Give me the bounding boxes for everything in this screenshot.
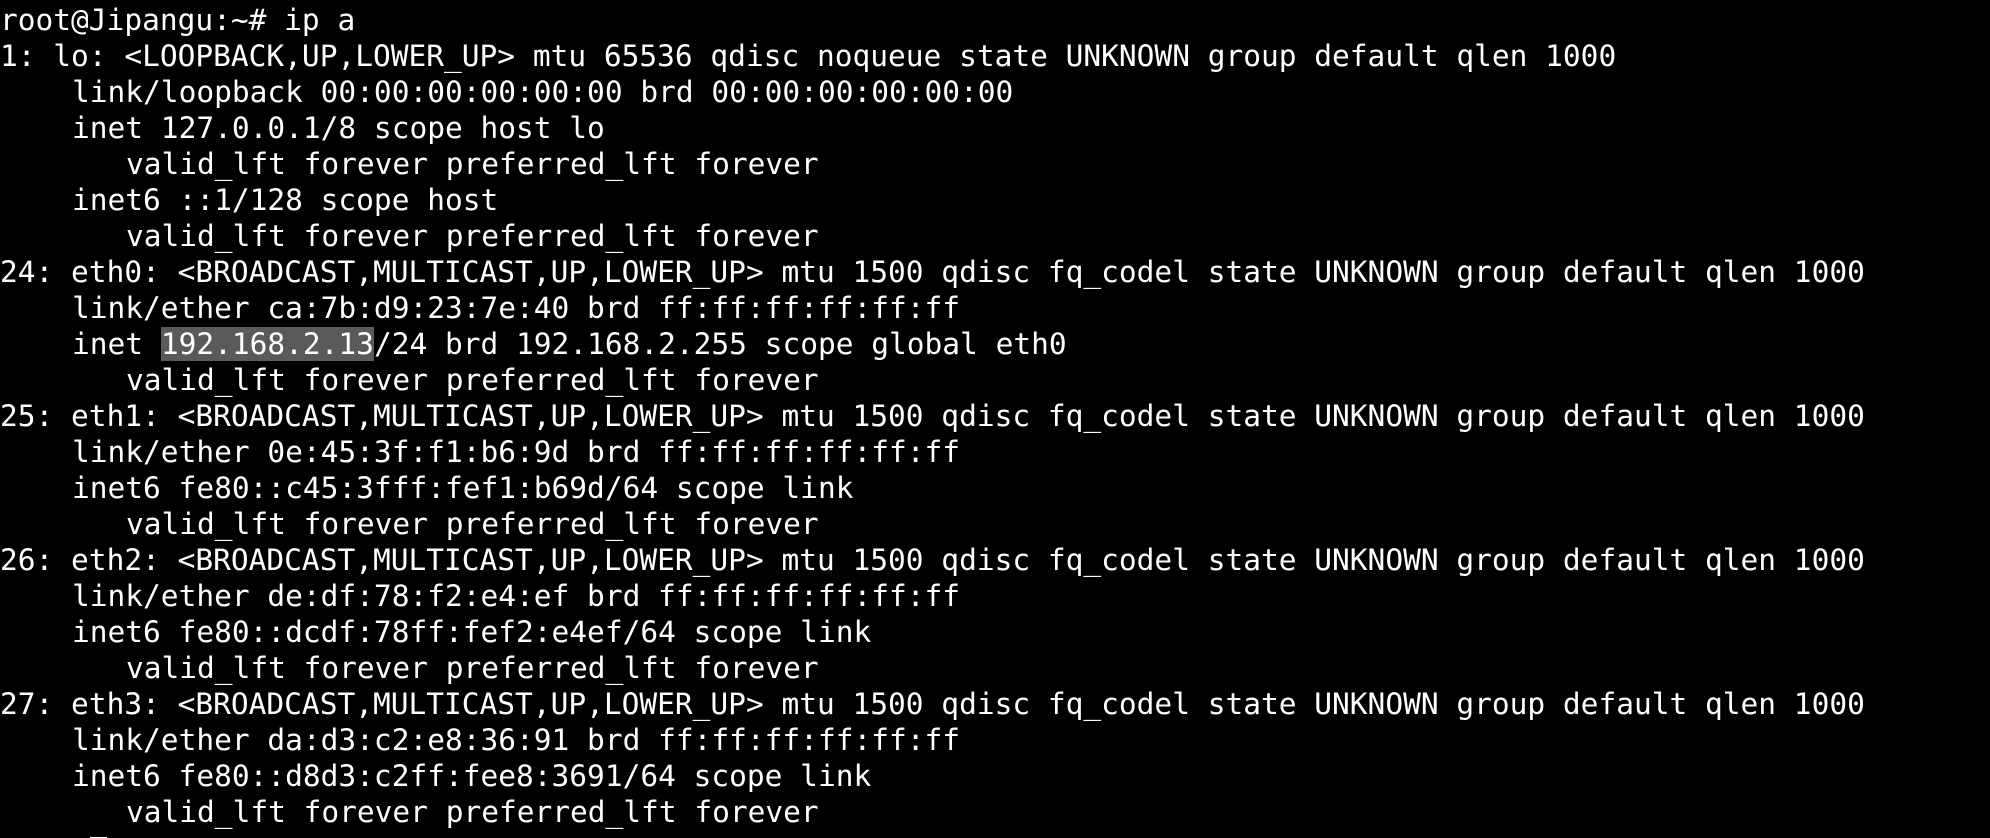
eth0-inet: inet 192.168.2.13/24 brd 192.168.2.255 s… xyxy=(72,326,1067,362)
eth0-header: 24: eth0: <BROADCAST,MULTICAST,UP,LOWER_… xyxy=(0,255,1865,289)
eth3-inet6-lft: valid_lft forever preferred_lft forever xyxy=(126,795,819,829)
next-prompt-line[interactable] xyxy=(0,830,107,838)
eth0-inet-lft: valid_lft forever preferred_lft forever xyxy=(126,363,819,397)
eth0-link: link/ether ca:7b:d9:23:7e:40 brd ff:ff:f… xyxy=(72,291,961,325)
eth0-inet-rest: /24 brd 192.168.2.255 scope global eth0 xyxy=(373,327,1067,361)
eth2-inet6-lft: valid_lft forever preferred_lft forever xyxy=(126,651,819,685)
lo-inet6-lft: valid_lft forever preferred_lft forever xyxy=(126,219,819,253)
eth1-header: 25: eth1: <BROADCAST,MULTICAST,UP,LOWER_… xyxy=(0,399,1865,433)
eth3-header: 27: eth3: <BROADCAST,MULTICAST,UP,LOWER_… xyxy=(0,687,1865,721)
lo-header: 1: lo: <LOOPBACK,UP,LOWER_UP> mtu 65536 … xyxy=(0,39,1617,73)
lo-link: link/loopback 00:00:00:00:00:00 brd 00:0… xyxy=(72,75,1014,109)
eth2-link: link/ether de:df:78:f2:e4:ef brd ff:ff:f… xyxy=(72,579,961,613)
eth1-link: link/ether 0e:45:3f:f1:b6:9d brd ff:ff:f… xyxy=(72,435,961,469)
eth1-inet6: inet6 fe80::c45:3fff:fef1:b69d/64 scope … xyxy=(72,471,854,505)
lo-inet-lft: valid_lft forever preferred_lft forever xyxy=(126,147,819,181)
lo-inet: inet 127.0.0.1/8 scope host lo xyxy=(72,111,605,145)
eth1-inet6-lft: valid_lft forever preferred_lft forever xyxy=(126,507,819,541)
eth0-inet-prefix: inet xyxy=(72,327,161,361)
lo-inet6: inet6 ::1/128 scope host xyxy=(72,183,499,217)
terminal-window[interactable]: root@Jipangu:~# ip a 1: lo: <LOOPBACK,UP… xyxy=(0,0,1990,838)
eth2-header: 26: eth2: <BROADCAST,MULTICAST,UP,LOWER_… xyxy=(0,543,1865,577)
selected-ip-text[interactable]: 192.168.2.13 xyxy=(160,327,374,361)
eth2-inet6: inet6 fe80::dcdf:78ff:fef2:e4ef/64 scope… xyxy=(72,615,872,649)
eth3-link: link/ether da:d3:c2:e8:36:91 brd ff:ff:f… xyxy=(72,723,961,757)
eth3-inet6: inet6 fe80::d8d3:c2ff:fee8:3691/64 scope… xyxy=(72,759,872,793)
prompt-line: root@Jipangu:~# ip a xyxy=(0,3,356,37)
